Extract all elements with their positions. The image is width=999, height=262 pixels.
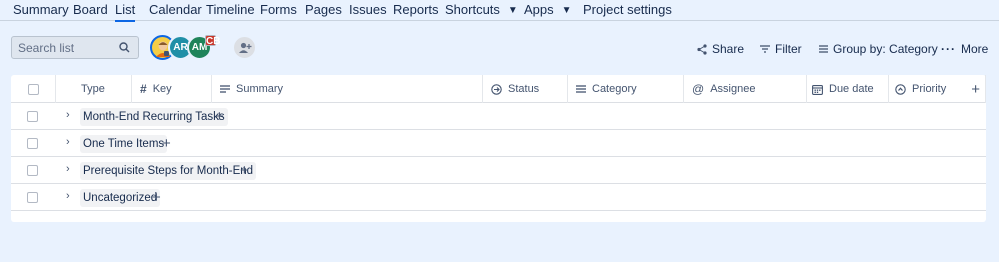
- column-due-date[interactable]: Due date: [807, 75, 889, 103]
- tab-shortcuts[interactable]: Shortcuts ▼: [445, 2, 518, 21]
- filter-icon: [760, 45, 770, 53]
- chevron-down-icon: ▼: [561, 5, 572, 16]
- priority-icon: [895, 83, 906, 95]
- row-checkbox[interactable]: [27, 111, 38, 122]
- chevron-right-icon[interactable]: ›: [66, 136, 70, 148]
- chevron-right-icon[interactable]: ›: [66, 163, 70, 175]
- column-key-label: Key: [152, 83, 172, 95]
- tab-list[interactable]: List: [115, 2, 136, 22]
- column-status[interactable]: Status: [483, 75, 568, 103]
- chevron-right-icon[interactable]: ›: [66, 190, 70, 202]
- more-icon: ···: [941, 42, 956, 56]
- search-input[interactable]: [18, 40, 118, 55]
- add-person-icon: [238, 42, 251, 53]
- row-checkbox[interactable]: [27, 138, 38, 149]
- add-item-button[interactable]: +: [162, 136, 171, 151]
- group-label[interactable]: One Time Items: [80, 135, 168, 153]
- header-select-all: [11, 75, 56, 103]
- tab-issues[interactable]: Issues: [349, 2, 387, 21]
- column-key[interactable]: # Key: [132, 75, 212, 103]
- add-item-button[interactable]: +: [152, 190, 161, 205]
- issue-list-table: Type # Key Summary Status Category @ Ass…: [11, 75, 986, 222]
- row-checkbox[interactable]: [27, 165, 38, 176]
- status-arrow-icon: [491, 83, 502, 95]
- group-label[interactable]: Uncategorized: [80, 189, 161, 207]
- column-summary[interactable]: Summary: [212, 75, 483, 103]
- column-priority-label: Priority: [912, 83, 947, 95]
- tab-apps-label: Apps: [524, 2, 554, 17]
- filter-label: Filter: [775, 42, 802, 56]
- column-status-label: Status: [508, 83, 540, 95]
- project-nav: Summary Board List Calendar Timeline For…: [0, 0, 999, 22]
- search-icon[interactable]: [119, 41, 130, 56]
- more-button[interactable]: ··· More: [941, 41, 988, 57]
- tab-timeline[interactable]: Timeline: [206, 2, 255, 21]
- hash-icon: #: [140, 82, 147, 96]
- tab-forms[interactable]: Forms: [260, 2, 297, 21]
- tab-calendar[interactable]: Calendar: [149, 2, 202, 21]
- share-icon: [697, 43, 707, 55]
- select-all-checkbox[interactable]: [28, 83, 39, 95]
- tab-apps[interactable]: Apps ▼: [524, 2, 572, 21]
- share-label: Share: [712, 42, 745, 56]
- at-sign-icon: @: [692, 82, 705, 96]
- list-icon: [576, 85, 586, 93]
- group-row: › One Time Items +: [11, 130, 986, 157]
- list-icon: [819, 45, 828, 53]
- tab-summary[interactable]: Summary: [13, 2, 69, 21]
- group-row: › Uncategorized +: [11, 184, 986, 211]
- column-type[interactable]: Type: [56, 75, 132, 103]
- calendar-icon: [812, 84, 823, 95]
- group-by-label: Group by: Category: [833, 42, 938, 56]
- column-summary-label: Summary: [236, 83, 284, 95]
- share-button[interactable]: Share: [697, 41, 744, 57]
- add-column-button[interactable]: +: [971, 81, 980, 98]
- tab-board[interactable]: Board: [73, 2, 108, 21]
- column-category[interactable]: Category: [568, 75, 684, 103]
- add-item-button[interactable]: +: [215, 109, 224, 124]
- group-label[interactable]: Prerequisite Steps for Month-End: [80, 162, 257, 180]
- group-label[interactable]: Month-End Recurring Tasks: [80, 108, 228, 126]
- chevron-down-icon: ▼: [507, 5, 518, 16]
- tab-project-settings[interactable]: Project settings: [583, 2, 672, 21]
- column-due-date-label: Due date: [829, 83, 874, 95]
- column-assignee-label: Assignee: [710, 83, 756, 95]
- tab-shortcuts-label: Shortcuts: [445, 2, 500, 17]
- column-category-label: Category: [592, 83, 637, 95]
- column-type-label: Type: [81, 83, 105, 95]
- search-box: [11, 36, 139, 59]
- filter-button[interactable]: Filter: [760, 41, 802, 57]
- chevron-right-icon[interactable]: ›: [66, 109, 70, 121]
- tab-reports[interactable]: Reports: [393, 2, 439, 21]
- tab-pages[interactable]: Pages: [305, 2, 342, 21]
- column-assignee[interactable]: @ Assignee: [684, 75, 807, 103]
- text-lines-icon: [220, 85, 230, 93]
- avatar[interactable]: CB: [205, 35, 220, 47]
- add-people-button[interactable]: [232, 35, 257, 60]
- row-checkbox[interactable]: [27, 192, 38, 203]
- table-header: Type # Key Summary Status Category @ Ass…: [11, 75, 986, 103]
- add-item-button[interactable]: +: [240, 163, 249, 178]
- more-label: More: [961, 42, 989, 56]
- group-row: › Month-End Recurring Tasks +: [11, 103, 986, 130]
- group-row: › Prerequisite Steps for Month-End +: [11, 157, 986, 184]
- group-by-button[interactable]: Group by: Category: [819, 41, 938, 57]
